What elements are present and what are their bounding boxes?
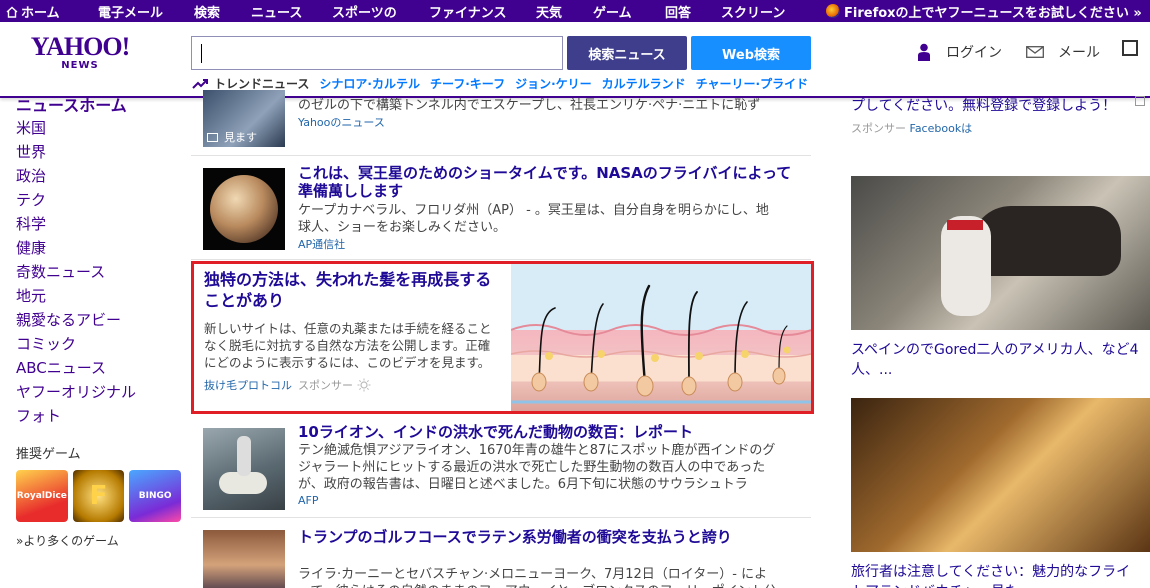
pluto-image xyxy=(210,175,278,243)
watch-video[interactable]: 見ます xyxy=(207,129,257,145)
ad-title[interactable]: 独特の方法は、失われた髪を再成長することがあり xyxy=(204,269,504,311)
trump-thumbnail[interactable] xyxy=(203,530,285,588)
top-nav-answers[interactable]: 回答 xyxy=(665,2,721,21)
right-ad-text[interactable]: プしてください。無料登録で登録しよう！ xyxy=(851,96,1131,116)
sidebar-item-dear-abby[interactable]: 親愛なるアビー xyxy=(16,308,186,332)
news-source[interactable]: Yahooのニュース xyxy=(298,114,385,130)
ad-hair-follicle-image[interactable] xyxy=(510,264,812,411)
news-card-lion[interactable]: 10ライオン、インドの洪水で死んだ動物の数百：レポート テン絶滅危惧アジアライオ… xyxy=(191,416,811,518)
flood-person xyxy=(237,436,251,476)
featured-games-title: 推奨ゲーム xyxy=(16,447,81,462)
news-desc: ライラ·カーニーとセバスチャン·メロニューヨーク、7月12日（ロイター）- によ… xyxy=(298,567,777,588)
mail-link[interactable]: メール xyxy=(1026,42,1100,62)
news-desc: のゼルの下で構築トンネル内でエスケープし、社長エンリケ·ペナ·ニエトに恥ず xyxy=(298,98,761,113)
news-source[interactable]: AP通信社 xyxy=(298,236,345,252)
news-card-trump[interactable]: トランプのゴルフコースでラテン系労働者の衝突を支払うと誇り ライラ·カーニーとセ… xyxy=(191,520,811,588)
top-nav: ホーム 電子メール 検索 ニュース スポーツの ファイナンス 天気 ゲーム 回答… xyxy=(6,2,811,21)
search-news-button[interactable]: 検索ニュース xyxy=(567,36,687,70)
trend-link-1[interactable]: シナロア·カルテル xyxy=(319,75,420,92)
bull-shape xyxy=(971,206,1121,276)
trend-link-4[interactable]: カルテルランド xyxy=(602,75,686,92)
top-nav-weather[interactable]: 天気 xyxy=(536,2,593,21)
more-games-link[interactable]: »より多くのゲーム xyxy=(16,532,186,549)
square-menu-icon xyxy=(1122,40,1138,56)
text-caret xyxy=(201,44,202,63)
top-nav-home[interactable]: ホーム xyxy=(6,2,98,21)
airport-photo[interactable] xyxy=(851,398,1150,552)
top-nav-mail[interactable]: 電子メール xyxy=(98,2,194,21)
flood-thumbnail[interactable] xyxy=(203,428,285,510)
game-bingo[interactable]: BINGO xyxy=(129,470,182,522)
search-input[interactable] xyxy=(191,36,563,70)
ad-content: 独特の方法は、失われた髪を再成長することがあり 新しいサイトは、任意の丸薬または… xyxy=(204,269,504,393)
game-f-icon[interactable]: F xyxy=(72,470,125,522)
sidebar-item-odd-news[interactable]: 奇数ニュース xyxy=(16,260,186,284)
web-search-button[interactable]: Web検索 xyxy=(691,36,811,70)
sidebar-item-photos[interactable]: フォト xyxy=(16,404,186,428)
ad-desc: 新しいサイトは、任意の丸薬または手続を経ることなく脱毛に対抗する自然な方法を公開… xyxy=(204,321,492,370)
bull-run-photo[interactable] xyxy=(851,176,1150,330)
left-sidebar: ニュースホーム 米国 世界 政治 テク 科学 健康 奇数ニュース 地元 親愛なる… xyxy=(16,96,186,549)
sponsored-ad-card[interactable]: 独特の方法は、失われた髪を再成長することがあり 新しいサイトは、任意の丸薬または… xyxy=(191,261,814,414)
trend-link-3[interactable]: ジョン·ケリー xyxy=(515,75,592,92)
sidebar-news-home[interactable]: ニュースホーム xyxy=(16,96,186,116)
top-nav-games[interactable]: ゲーム xyxy=(593,2,665,21)
runner-shape xyxy=(941,216,991,316)
sidebar-item-tech[interactable]: テク xyxy=(16,188,186,212)
news-title[interactable]: 10ライオン、インドの洪水で死んだ動物の数百：レポート xyxy=(298,423,798,441)
trend-link-2[interactable]: チーフ·キーフ xyxy=(430,75,505,92)
news-desc: ケープカナベラル、フロリダ州（AP） - 。冥王星は、自分自身を明らかにし、地球… xyxy=(298,203,769,235)
news-card-tunnel[interactable]: 見ます のゼルの下で構築トンネル内でエスケープし、社長エンリケ·ペナ·ニエトに恥… xyxy=(191,90,811,156)
close-ad-icon[interactable] xyxy=(1135,96,1145,106)
video-icon xyxy=(207,132,218,142)
featured-games: RoyalDice F BINGO xyxy=(16,470,186,522)
sidebar-item-health[interactable]: 健康 xyxy=(16,236,186,260)
top-nav-screen[interactable]: スクリーン xyxy=(721,2,811,21)
sidebar-item-yahoo-originals[interactable]: ヤフーオリジナル xyxy=(16,380,186,404)
ad-sponsor-label: スポンサー xyxy=(298,379,353,392)
menu-button[interactable] xyxy=(1122,40,1138,56)
news-card-pluto[interactable]: これは、冥王星のためのショータイムです。NASAのフライバイによって準備萬ししま… xyxy=(191,156,811,260)
trending-bar: トレンドニュース シナロア·カルテル チーフ·キーフ ジョン·ケリー カルテルラ… xyxy=(192,75,818,92)
login-link[interactable]: ログイン xyxy=(916,42,1002,62)
home-icon xyxy=(6,6,18,18)
top-nav-news[interactable]: ニュース xyxy=(251,2,332,21)
trending-arrow-icon xyxy=(192,78,208,89)
bull-run-caption[interactable]: スペインのでGored二人のアメリカ人、など4人、... xyxy=(851,340,1141,380)
right-ad-sponsor: スポンサー Facebookは xyxy=(851,122,973,135)
top-nav-bar: ホーム 電子メール 検索 ニュース スポーツの ファイナンス 天気 ゲーム 回答… xyxy=(0,0,1150,22)
news-title[interactable]: これは、冥王星のためのショータイムです。NASAのフライバイによって準備萬ししま… xyxy=(298,164,798,200)
sidebar-item-local[interactable]: 地元 xyxy=(16,284,186,308)
mail-icon xyxy=(1026,46,1044,58)
red-scarf-shape xyxy=(947,220,983,230)
trend-link-5[interactable]: チャーリー·プライド xyxy=(696,75,808,92)
top-nav-search[interactable]: 検索 xyxy=(194,2,251,21)
user-icon xyxy=(918,43,930,61)
game-royal-dice[interactable]: RoyalDice xyxy=(16,470,68,522)
right-column: プしてください。無料登録で登録しよう！ スポンサー Facebookは スペイン… xyxy=(851,96,1150,588)
yahoo-news-logo[interactable]: YAHOO! NEWS xyxy=(30,34,131,72)
news-source[interactable]: AFP xyxy=(298,494,319,507)
top-nav-sports[interactable]: スポーツの xyxy=(332,2,429,21)
news-desc: テン絶滅危惧アジアライオン、1670年青の雄牛と87にスポット鹿が西インドのグジ… xyxy=(298,443,776,492)
news-title[interactable]: トランプのゴルフコースでラテン系労働者の衝突を支払うと誇り xyxy=(298,528,798,546)
sidebar-item-us[interactable]: 米国 xyxy=(16,116,186,140)
sidebar-item-comics[interactable]: コミック xyxy=(16,332,186,356)
ad-choices-icon[interactable] xyxy=(357,378,371,392)
firefox-promo[interactable]: Firefoxの上でヤフーニュースをお試しください » xyxy=(826,0,1142,22)
sidebar-item-science[interactable]: 科学 xyxy=(16,212,186,236)
site-header: YAHOO! NEWS 検索ニュース Web検索 トレンドニュース シナロア·カ… xyxy=(0,22,1150,98)
pluto-thumbnail[interactable] xyxy=(203,168,285,250)
firefox-icon xyxy=(826,4,840,18)
travel-caption[interactable]: 旅行者は注意してください：魅力的なフライトアテンドバウチャー見た xyxy=(851,562,1141,588)
sidebar-item-abc-news[interactable]: ABCニュース xyxy=(16,356,186,380)
ad-source[interactable]: 抜け毛プロトコル xyxy=(204,377,292,393)
ad-meta: 抜け毛プロトコル スポンサー xyxy=(204,377,504,393)
top-nav-finance[interactable]: ファイナンス xyxy=(429,2,536,21)
tunnel-thumbnail[interactable]: 見ます xyxy=(203,90,285,147)
sidebar-item-politics[interactable]: 政治 xyxy=(16,164,186,188)
sidebar-item-world[interactable]: 世界 xyxy=(16,140,186,164)
hair-follicle-illustration xyxy=(510,284,812,404)
